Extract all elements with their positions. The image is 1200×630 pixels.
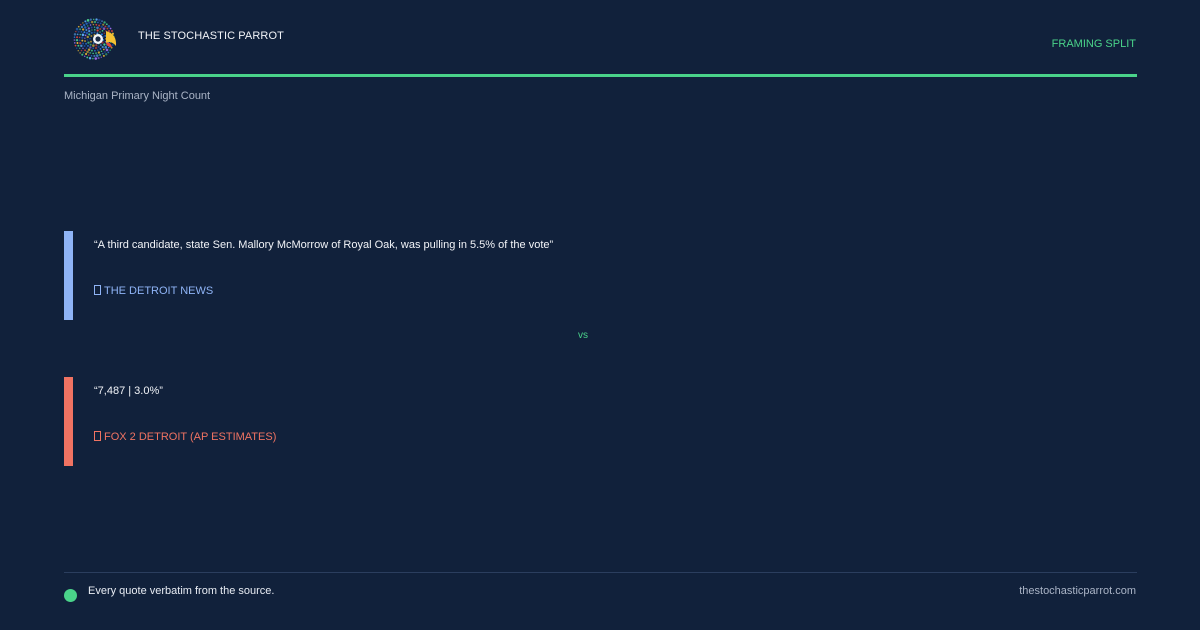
parrot-logo-icon [73, 18, 117, 60]
quote-source: THE DETROIT NEWS [94, 285, 213, 297]
brand-name: THE STOCHASTIC PARROT [138, 30, 284, 42]
status-dot-icon [64, 589, 77, 602]
quote-text: “7,487 | 3.0%” [94, 385, 163, 397]
versus-label: vs [578, 330, 588, 341]
source-icon [94, 431, 101, 441]
footer-divider [64, 572, 1137, 573]
source-icon [94, 285, 101, 295]
quote-card-fox2-detroit: “7,487 | 3.0%” FOX 2 DETROIT (AP ESTIMAT… [64, 377, 964, 466]
quote-text: “A third candidate, state Sen. Mallory M… [94, 239, 554, 251]
quote-source-label: THE DETROIT NEWS [104, 285, 214, 297]
footer-note: Every quote verbatim from the source. [88, 585, 275, 597]
quote-source: FOX 2 DETROIT (AP ESTIMATES) [94, 431, 276, 443]
framing-split-tag: FRAMING SPLIT [1051, 38, 1136, 50]
footer-url[interactable]: thestochasticparrot.com [1019, 585, 1136, 597]
quote-card-detroit-news: “A third candidate, state Sen. Mallory M… [64, 231, 964, 320]
story-subtitle: Michigan Primary Night Count [64, 90, 211, 102]
quote-accent-bar [64, 231, 73, 320]
header-divider [64, 74, 1137, 77]
quote-source-label: FOX 2 DETROIT (AP ESTIMATES) [104, 431, 277, 443]
quote-accent-bar [64, 377, 73, 466]
